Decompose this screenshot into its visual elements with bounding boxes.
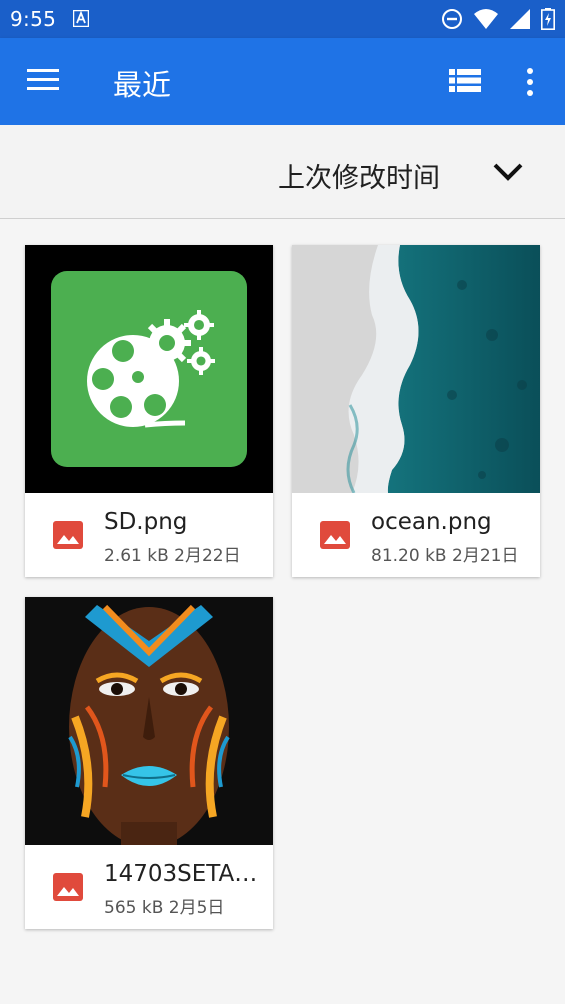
battery-icon <box>541 8 555 30</box>
file-thumbnail-ocean[interactable] <box>292 245 540 493</box>
file-info: ocean.png 81.20 kB 2月21日 <box>292 493 540 577</box>
cell-signal-icon <box>510 9 530 29</box>
file-thumbnail-sd[interactable] <box>25 245 273 493</box>
file-date: 2月5日 <box>168 898 225 918</box>
file-name: ocean.png <box>371 509 492 535</box>
file-card-ocean[interactable]: ocean.png 81.20 kB 2月21日 <box>292 245 540 577</box>
file-info: SD.png 2.61 kB 2月22日 <box>25 493 273 577</box>
chevron-down-icon[interactable] <box>490 158 526 188</box>
file-meta: 565 kB 2月5日 <box>104 893 224 918</box>
sort-bar[interactable]: 上次修改时间 <box>0 125 565 219</box>
file-meta: 81.20 kB 2月21日 <box>371 541 518 566</box>
file-size: 81.20 kB <box>371 546 447 566</box>
wifi-icon <box>474 9 498 29</box>
a-notification-icon <box>73 10 89 27</box>
list-view-icon[interactable] <box>449 67 481 95</box>
face-paint-portrait <box>25 597 273 845</box>
file-card-sd[interactable]: SD.png 2.61 kB 2月22日 <box>25 245 273 577</box>
menu-icon[interactable] <box>27 68 61 94</box>
file-name: 14703SETA… <box>104 861 258 887</box>
do-not-disturb-icon <box>442 9 462 29</box>
image-file-icon <box>53 873 83 901</box>
file-card-portrait[interactable]: 14703SETA… 565 kB 2月5日 <box>25 597 273 929</box>
file-meta: 2.61 kB 2月22日 <box>104 541 241 566</box>
sd-app-icon <box>25 245 273 493</box>
file-date: 2月21日 <box>452 546 519 566</box>
status-time: 9:55 <box>10 7 57 31</box>
sort-label[interactable]: 上次修改时间 <box>278 156 440 195</box>
file-size: 2.61 kB <box>104 546 169 566</box>
image-file-icon <box>320 521 350 549</box>
status-bar: 9:55 <box>0 0 565 38</box>
file-thumbnail-portrait[interactable] <box>25 597 273 845</box>
image-file-icon <box>53 521 83 549</box>
ocean-aerial <box>292 245 540 493</box>
file-size: 565 kB <box>104 898 164 918</box>
page-title: 最近 <box>113 68 172 102</box>
file-date: 2月22日 <box>174 546 241 566</box>
file-name: SD.png <box>104 509 188 535</box>
more-vert-icon[interactable] <box>519 66 541 98</box>
file-info: 14703SETA… 565 kB 2月5日 <box>25 845 273 929</box>
app-bar: 最近 <box>0 38 565 125</box>
